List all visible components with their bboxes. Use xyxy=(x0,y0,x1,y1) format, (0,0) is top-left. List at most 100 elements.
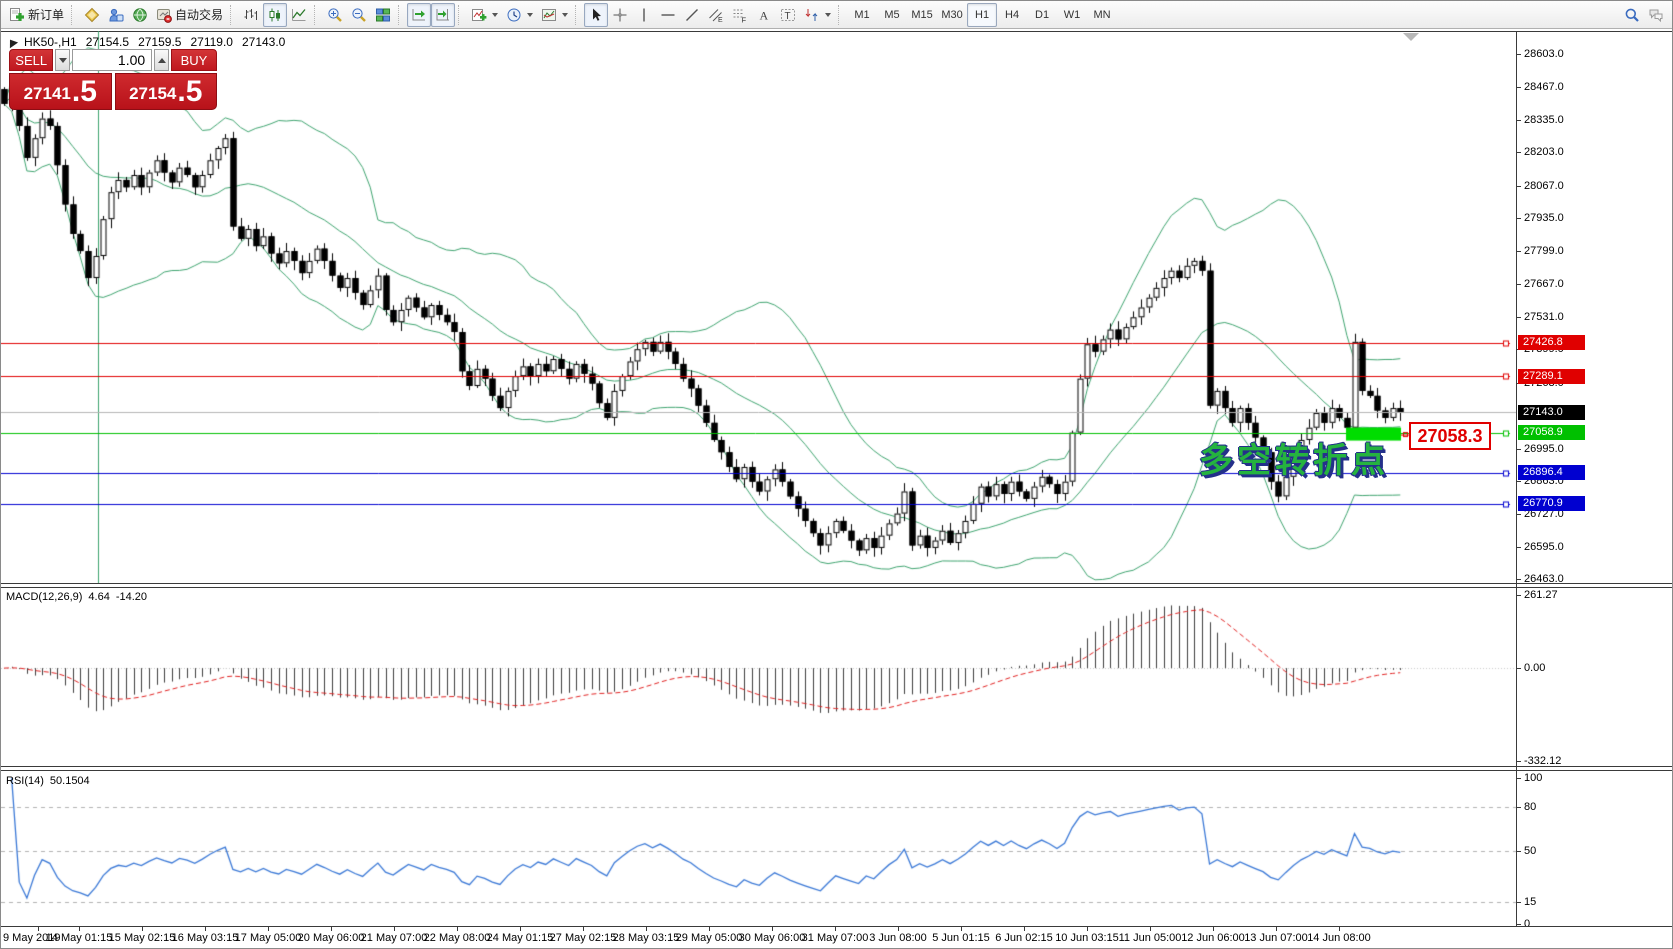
time-tick-mark xyxy=(457,927,458,931)
vertical-line-icon xyxy=(636,7,652,23)
cursor-button[interactable] xyxy=(584,3,608,27)
line-chart-button[interactable] xyxy=(287,3,311,27)
svg-text:F: F xyxy=(742,15,747,23)
buy-button[interactable]: BUY xyxy=(171,49,217,71)
line-chart-icon xyxy=(291,7,307,23)
price-tick-label: 26595.0 xyxy=(1524,540,1564,554)
search-button[interactable] xyxy=(1620,3,1644,27)
tf-d1-button[interactable]: D1 xyxy=(1027,3,1057,27)
candlestick-chart-icon xyxy=(267,7,283,23)
sell-price-main: 27141 xyxy=(24,81,71,107)
auto-scroll-button[interactable] xyxy=(407,3,431,27)
zoom-in-button[interactable] xyxy=(323,3,347,27)
indicators-icon xyxy=(471,7,487,23)
toolbar-group-grip[interactable] xyxy=(314,5,318,25)
macd-tick-label: -332.12 xyxy=(1524,754,1561,768)
price-line-chip: 27289.1 xyxy=(1518,369,1585,384)
time-axis-label: 27 May 02:15 xyxy=(550,932,617,944)
tf-m30-button[interactable]: M30 xyxy=(937,3,967,27)
price-line-chip: 26896.4 xyxy=(1518,465,1585,480)
tf-m5-button[interactable]: M5 xyxy=(877,3,907,27)
price-tick-mark xyxy=(1517,218,1521,219)
price-tick-label: 27531.0 xyxy=(1524,310,1564,324)
tf-m30-label: M30 xyxy=(941,9,962,21)
new-order-label: 新订单 xyxy=(28,6,64,23)
rsi-tick-label: 80 xyxy=(1524,800,1536,814)
turning-point-annotation[interactable]: 多空转折点 xyxy=(1199,433,1389,482)
chart-shift-button[interactable] xyxy=(431,3,455,27)
sell-price-display[interactable]: 27141 .5 xyxy=(9,73,112,110)
time-tick-mark xyxy=(38,927,39,931)
toolbar-group-grip[interactable] xyxy=(398,5,402,25)
tf-m5-label: M5 xyxy=(884,9,899,21)
candlestick-chart-button[interactable] xyxy=(263,3,287,27)
macd-value: 4.64 xyxy=(88,591,109,603)
chart-shift-icon xyxy=(435,7,451,23)
vertical-line-button[interactable] xyxy=(632,3,656,27)
turning-point-price-label[interactable]: 27058.3 xyxy=(1409,422,1491,450)
volume-input[interactable] xyxy=(72,49,152,71)
horizontal-line-button[interactable] xyxy=(656,3,680,27)
toolbar-group-grip[interactable] xyxy=(458,5,462,25)
tile-windows-button[interactable] xyxy=(371,3,395,27)
autotrading-label: 自动交易 xyxy=(175,6,223,23)
macd-tick-label: 0.00 xyxy=(1524,661,1545,675)
text-label-button[interactable]: T xyxy=(776,3,800,27)
text-button[interactable]: A xyxy=(752,3,776,27)
rsi-tick-mark xyxy=(1517,924,1521,925)
arrows-button[interactable] xyxy=(800,3,835,27)
market-watch-button[interactable] xyxy=(104,3,128,27)
svg-text:E: E xyxy=(718,17,723,23)
price-tick-mark xyxy=(1517,317,1521,318)
price-tick-label: 28203.0 xyxy=(1524,145,1564,159)
autotrading-button[interactable]: 自动交易 xyxy=(152,3,227,27)
trendline-button[interactable] xyxy=(680,3,704,27)
arrows-icon xyxy=(804,7,820,23)
zoom-out-button[interactable] xyxy=(347,3,371,27)
macd-pane-canvas[interactable] xyxy=(1,587,1516,766)
tf-m15-button[interactable]: M15 xyxy=(907,3,937,27)
bar-chart-button[interactable] xyxy=(239,3,263,27)
time-tick-mark xyxy=(583,927,584,931)
tf-mn-button[interactable]: MN xyxy=(1087,3,1117,27)
equidistant-channel-button[interactable]: E xyxy=(704,3,728,27)
buy-price-display[interactable]: 27154 .5 xyxy=(115,73,218,110)
toolbar-group-grip[interactable] xyxy=(230,5,234,25)
time-tick-mark xyxy=(142,927,143,931)
price-tick-mark xyxy=(1517,481,1521,482)
rsi-tick-mark xyxy=(1517,778,1521,779)
time-axis[interactable]: 9 May 201914 May 01:1515 May 02:1516 May… xyxy=(1,926,1673,949)
zoom-out-icon xyxy=(351,7,367,23)
new-order-button[interactable]: 新订单 xyxy=(5,3,68,27)
tf-w1-button[interactable]: W1 xyxy=(1057,3,1087,27)
price-chart-canvas[interactable] xyxy=(1,31,1516,583)
chat-button[interactable] xyxy=(1644,3,1668,27)
time-axis-label: 29 May 05:00 xyxy=(676,932,743,944)
indicators-button[interactable] xyxy=(467,3,502,27)
periods-button[interactable] xyxy=(502,3,537,27)
sell-button[interactable]: SELL xyxy=(9,49,53,71)
toolbar-group-grip[interactable] xyxy=(71,5,75,25)
chart-shift-marker-icon[interactable] xyxy=(1403,33,1419,41)
time-tick-mark xyxy=(79,927,80,931)
rsi-pane-canvas[interactable] xyxy=(1,770,1516,926)
signals-button[interactable] xyxy=(128,3,152,27)
crosshair-button[interactable] xyxy=(608,3,632,27)
tf-h4-button[interactable]: H4 xyxy=(997,3,1027,27)
time-axis-label: 24 May 01:15 xyxy=(487,932,554,944)
time-axis-label: 16 May 03:15 xyxy=(172,932,239,944)
metaeditor-button[interactable] xyxy=(80,3,104,27)
tf-m1-button[interactable]: M1 xyxy=(847,3,877,27)
volume-decrease-button[interactable] xyxy=(55,49,70,71)
volume-increase-button[interactable] xyxy=(154,49,169,71)
fibonacci-button[interactable]: F xyxy=(728,3,752,27)
tf-h1-button[interactable]: H1 xyxy=(967,3,997,27)
price-tick-label: 28335.0 xyxy=(1524,113,1564,127)
rsi-tick-label: 15 xyxy=(1524,895,1536,909)
crosshair-icon xyxy=(612,7,628,23)
toolbar-group-grip[interactable] xyxy=(838,5,842,25)
templates-button[interactable] xyxy=(537,3,572,27)
svg-text:T: T xyxy=(785,11,791,22)
toolbar-group-grip[interactable] xyxy=(575,5,579,25)
time-axis-label: 22 May 08:00 xyxy=(424,932,491,944)
